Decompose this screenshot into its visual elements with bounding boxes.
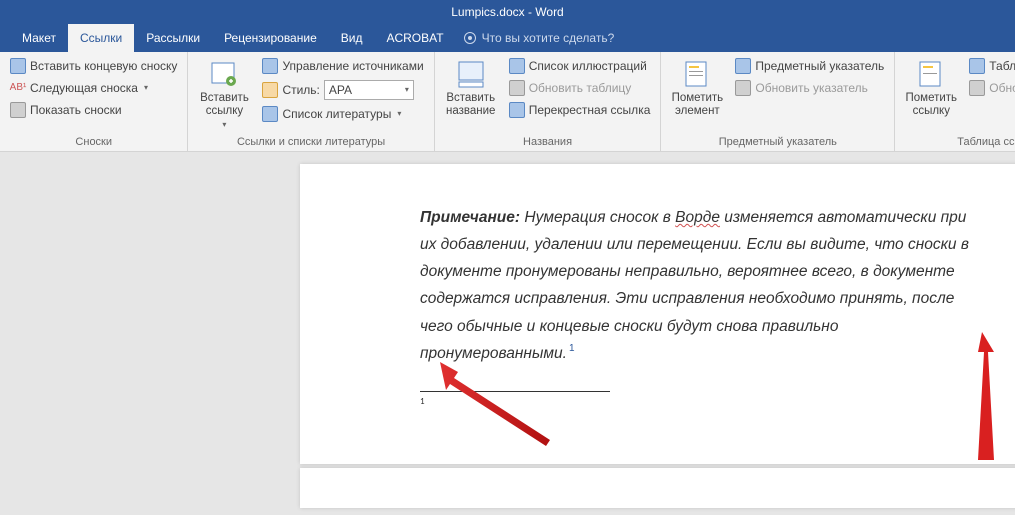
- insert-index-icon: [735, 58, 751, 74]
- next-footnote-icon: AB¹: [10, 80, 26, 96]
- insert-caption-button[interactable]: Вставить название: [441, 56, 501, 134]
- note-label: Примечание:: [420, 209, 520, 226]
- tab-view[interactable]: Вид: [329, 24, 375, 52]
- mark-citation-button[interactable]: Пометить ссылку: [901, 56, 961, 134]
- group-citations-label: Ссылки и списки литературы: [194, 134, 427, 151]
- insert-citation-icon: [208, 58, 240, 90]
- insert-caption-icon: [455, 58, 487, 90]
- tab-references[interactable]: Ссылки: [68, 24, 134, 52]
- table-of-figures-button[interactable]: Список иллюстраций: [505, 56, 655, 76]
- endnote-icon: [10, 58, 26, 74]
- chevron-down-icon: ▾: [144, 80, 148, 96]
- document-paragraph[interactable]: Примечание: Нумерация сносок в Ворде изм…: [420, 204, 980, 367]
- tab-layout[interactable]: Макет: [10, 24, 68, 52]
- cross-reference-button[interactable]: Перекрестная ссылка: [505, 100, 655, 120]
- ribbon: Вставить концевую сноску AB¹ Следующая с…: [0, 52, 1015, 152]
- mark-entry-icon: [681, 58, 713, 90]
- tab-acrobat[interactable]: ACROBAT: [374, 24, 455, 52]
- update-toa-icon: [969, 80, 985, 96]
- cross-ref-icon: [509, 102, 525, 118]
- document-body-text: Нумерация сносок в Ворде изменяется авто…: [420, 209, 969, 362]
- update-toa-button: Обновить таблицу: [965, 78, 1015, 98]
- title-bar: Lumpics.docx - Word: [0, 0, 1015, 24]
- update-table-button: Обновить таблицу: [505, 78, 655, 98]
- insert-index-button[interactable]: Предметный указатель: [731, 56, 888, 76]
- tell-me-search[interactable]: Что вы хотите сделать?: [464, 24, 615, 52]
- footnote-reference[interactable]: 1: [569, 343, 575, 354]
- document-page-next[interactable]: [300, 468, 1015, 508]
- group-index: Пометить элемент Предметный указатель Об…: [661, 52, 895, 151]
- show-notes-button[interactable]: Показать сноски: [6, 100, 181, 120]
- insert-toa-icon: [969, 58, 985, 74]
- chevron-down-icon: ▾: [405, 82, 409, 98]
- mark-citation-icon: [915, 58, 947, 90]
- document-workspace: Примечание: Нумерация сносок в Ворде изм…: [0, 152, 1015, 515]
- tell-me-placeholder: Что вы хотите сделать?: [482, 31, 615, 45]
- manage-sources-icon: [262, 58, 278, 74]
- document-page[interactable]: Примечание: Нумерация сносок в Ворде изм…: [300, 164, 1015, 464]
- style-dropdown[interactable]: APA ▾: [324, 80, 414, 100]
- mark-entry-button[interactable]: Пометить элемент: [667, 56, 727, 134]
- update-table-icon: [509, 80, 525, 96]
- group-toa-label: Таблица ссылок: [901, 134, 1015, 151]
- bibliography-button[interactable]: Список литературы ▾: [258, 104, 427, 124]
- tof-icon: [509, 58, 525, 74]
- group-footnotes-label: Сноски: [6, 134, 181, 151]
- style-icon: [262, 82, 278, 98]
- bibliography-icon: [262, 106, 278, 122]
- group-toa: Пометить ссылку Таблица ссылок Обновить …: [895, 52, 1015, 151]
- manage-sources-button[interactable]: Управление источниками: [258, 56, 427, 76]
- insert-endnote-button[interactable]: Вставить концевую сноску: [6, 56, 181, 76]
- next-footnote-button[interactable]: AB¹ Следующая сноска ▾: [6, 78, 181, 98]
- insert-toa-button[interactable]: Таблица ссылок: [965, 56, 1015, 76]
- update-index-icon: [735, 80, 751, 96]
- group-citations: Вставить ссылку ▾ Управление источниками…: [188, 52, 434, 151]
- show-notes-icon: [10, 102, 26, 118]
- tab-mailings[interactable]: Рассылки: [134, 24, 212, 52]
- group-captions-label: Названия: [441, 134, 655, 151]
- group-index-label: Предметный указатель: [667, 134, 888, 151]
- chevron-down-icon: ▾: [222, 120, 226, 129]
- footnote-number[interactable]: 1: [420, 396, 425, 407]
- group-footnotes: Вставить концевую сноску AB¹ Следующая с…: [0, 52, 188, 151]
- tab-review[interactable]: Рецензирование: [212, 24, 329, 52]
- update-index-button: Обновить указатель: [731, 78, 888, 98]
- bulb-icon: [464, 32, 476, 44]
- chevron-down-icon: ▾: [397, 106, 401, 122]
- ribbon-tabs: Макет Ссылки Рассылки Рецензирование Вид…: [0, 24, 1015, 52]
- insert-citation-button[interactable]: Вставить ссылку ▾: [194, 56, 254, 134]
- footnote-separator: [420, 391, 610, 392]
- window-title: Lumpics.docx - Word: [451, 5, 563, 19]
- citation-style-select[interactable]: Стиль: APA ▾: [258, 78, 427, 102]
- group-captions: Вставить название Список иллюстраций Обн…: [435, 52, 662, 151]
